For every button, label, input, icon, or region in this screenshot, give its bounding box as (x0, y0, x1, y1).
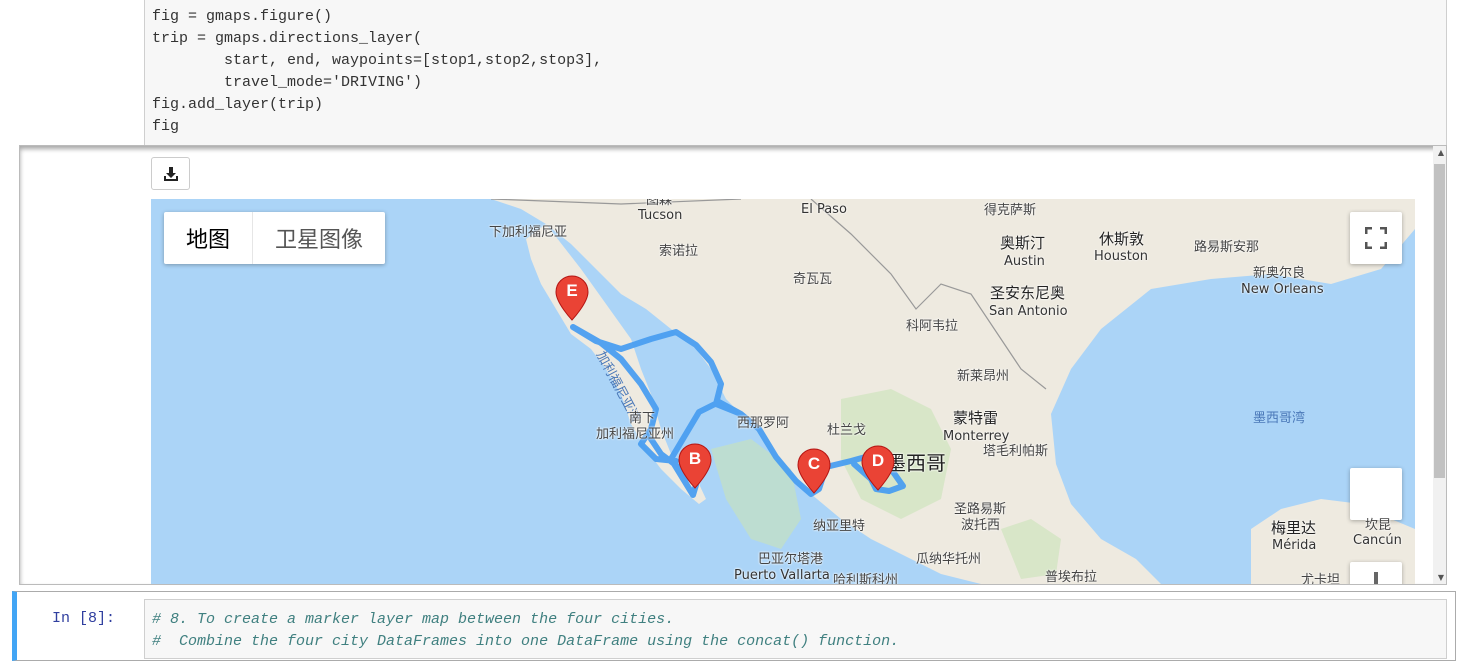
map-label: 奇瓦瓦 (793, 272, 833, 287)
map-label: 坎昆 (1365, 518, 1392, 533)
map-label: 索诺拉 (659, 244, 699, 259)
fullscreen-icon (1365, 227, 1387, 249)
map-label: 休斯敦 (1099, 230, 1145, 248)
map-label: 新莱昂州 (957, 369, 1010, 384)
zoom-control[interactable] (1350, 562, 1402, 584)
map-label: 巴亚尔塔港 (758, 552, 824, 567)
map-label: 新奥尔良 (1253, 266, 1306, 281)
scroll-down-icon[interactable]: ▼ (1438, 573, 1444, 582)
map-label: 瓜纳华托州 (916, 552, 982, 567)
code-line: travel_mode='DRIVING') (152, 74, 423, 91)
code-cell-code: # 8. To create a marker layer map betwee… (152, 609, 899, 653)
code-comment: # Combine the four city DataFrames into … (152, 633, 900, 650)
code-line: trip = gmaps.directions_layer( (152, 30, 423, 47)
code-cell-editor[interactable]: fig = gmaps.figure() trip = gmaps.direct… (144, 0, 1447, 146)
marker-label: C (807, 454, 821, 473)
map-label: 南下 (629, 411, 656, 426)
map-label: 纳亚里特 (813, 519, 866, 534)
map-label: 科阿韦拉 (906, 319, 959, 334)
map-label: Houston (1094, 249, 1149, 264)
map-label: Cancún (1353, 533, 1402, 548)
scroll-up-icon[interactable]: ▲ (1438, 148, 1444, 157)
map-label: Mérida (1272, 538, 1317, 553)
code-line: fig = gmaps.figure() (152, 8, 333, 25)
code-line: start, end, waypoints=[stop1,stop2,stop3… (152, 52, 603, 69)
zoom-in-icon (1374, 572, 1378, 584)
map-label: Tucson (638, 208, 683, 223)
street-view-control[interactable] (1350, 468, 1402, 520)
map-type-map-button[interactable]: 地图 (164, 212, 252, 264)
map-label: 尤卡坦 (1301, 573, 1341, 584)
map-canvas[interactable]: 地图 卫星图像 图森 Tucson El Paso 得克萨斯 下加利福尼亚 索诺… (151, 199, 1415, 584)
map-label: 普埃布拉 (1045, 570, 1098, 584)
output-scrollbar[interactable]: ▲ ▼ (1433, 146, 1446, 584)
map-marker-e[interactable]: E (555, 275, 589, 321)
map-label: 下加利福尼亚 (489, 225, 568, 240)
download-button[interactable] (151, 157, 190, 190)
map-label: 墨西哥 (886, 451, 946, 475)
download-icon (163, 166, 178, 181)
map-label: El Paso (801, 202, 847, 217)
map-type-satellite-button[interactable]: 卫星图像 (252, 212, 385, 264)
map-label: 圣路易斯 (954, 502, 1007, 517)
cell-prompt: In [8]: (52, 610, 116, 627)
map-label: San Antonio (989, 304, 1068, 319)
map-label: Monterrey (943, 429, 1010, 444)
map-type-control[interactable]: 地图 卫星图像 (164, 212, 386, 264)
map-label: 塔毛利帕斯 (983, 444, 1049, 459)
map-label: 哈利斯科州 (833, 573, 899, 584)
code-line: fig (152, 118, 180, 135)
map-label: 波托西 (961, 518, 1001, 533)
map-label: 路易斯安那 (1194, 240, 1260, 255)
map-label: New Orleans (1241, 282, 1324, 297)
map-label: 杜兰戈 (827, 423, 867, 438)
map-marker-c[interactable]: C (797, 448, 831, 494)
code-cell-code: fig = gmaps.figure() trip = gmaps.direct… (152, 6, 602, 138)
marker-label: D (871, 451, 885, 470)
code-cell-editor[interactable]: # 8. To create a marker layer map betwee… (144, 599, 1447, 659)
map-label: 梅里达 (1271, 519, 1317, 537)
cell-output-area[interactable]: 地图 卫星图像 图森 Tucson El Paso 得克萨斯 下加利福尼亚 索诺… (20, 146, 1446, 584)
map-label: 奥斯汀 (1000, 234, 1046, 252)
map-marker-b[interactable]: B (678, 443, 712, 489)
scrollbar-thumb[interactable] (1434, 164, 1445, 478)
marker-label: E (566, 281, 578, 300)
map-label: 蒙特雷 (953, 409, 999, 427)
map-label: 墨西哥湾 (1253, 411, 1306, 426)
map-label: 西那罗阿 (737, 416, 790, 431)
code-line: fig.add_layer(trip) (152, 96, 324, 113)
marker-label: B (688, 449, 702, 468)
fullscreen-button[interactable] (1350, 212, 1402, 264)
map-label: Austin (1004, 254, 1045, 269)
map-label: Puerto Vallarta (734, 568, 830, 583)
map-label: 圣安东尼奥 (990, 284, 1066, 302)
map-marker-d[interactable]: D (861, 445, 895, 491)
code-comment: # 8. To create a marker layer map betwee… (152, 611, 675, 628)
map-label: 图森 (646, 199, 673, 208)
map-label: 加利福尼亚州 (596, 427, 675, 442)
map-label: 得克萨斯 (984, 203, 1037, 218)
